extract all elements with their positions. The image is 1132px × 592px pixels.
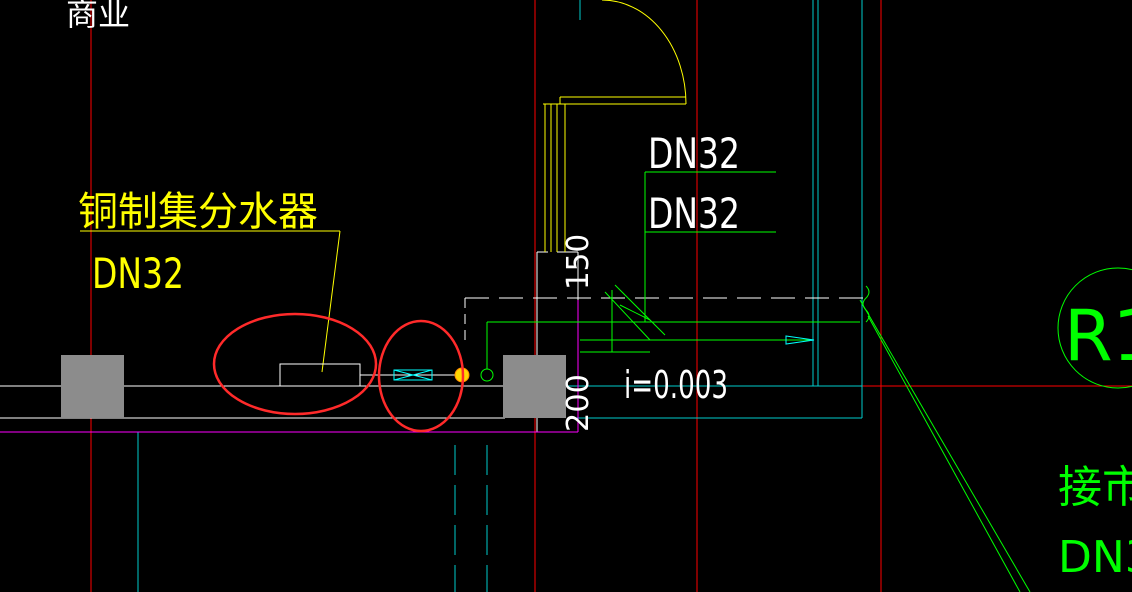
label-manifold-name: 铜制集分水器 [78, 189, 318, 235]
pipe-node-icon [480, 368, 494, 382]
label-dim-150: 150 [561, 234, 596, 290]
markup-circle-valve [377, 319, 465, 433]
manifold-box[interactable] [279, 363, 361, 387]
label-pipe-size-1: DN32 [648, 129, 740, 178]
label-connect-note: 接市政 [1058, 462, 1132, 513]
label-grid-bubble: R1 [1064, 295, 1132, 377]
cyan-lines [137, 0, 863, 592]
label-pipe-size-2: DN32 [648, 189, 740, 238]
cad-drawing-canvas: 商业 铜制集分水器 DN32 DN32 DN32 i=0.003 150 200… [0, 0, 1132, 592]
column-left [61, 355, 124, 418]
label-dim-200: 200 [561, 374, 596, 432]
label-manifold-size: DN32 [92, 249, 184, 298]
label-slope: i=0.003 [624, 363, 728, 407]
label-connect-size: DN32 [1058, 532, 1132, 583]
label-top-room: 商业 [66, 0, 130, 33]
column-right [503, 355, 566, 418]
